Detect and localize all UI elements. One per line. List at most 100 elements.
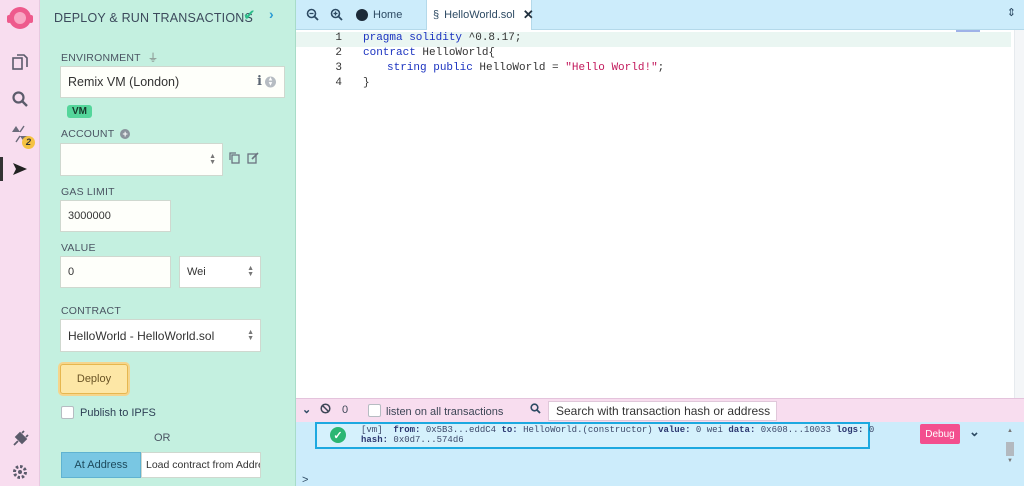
terminal-scrollbar[interactable]: ▲ ▼ xyxy=(1006,428,1014,464)
transaction-search-input[interactable]: Search with transaction hash or address xyxy=(548,401,777,421)
account-select[interactable]: ▲ ▼ xyxy=(60,143,223,176)
copy-icon[interactable] xyxy=(229,152,240,167)
terminal-prompt[interactable]: > xyxy=(302,474,308,486)
edit-icon[interactable] xyxy=(247,152,259,167)
deploy-run-icon[interactable] xyxy=(8,157,32,181)
plus-circle-icon[interactable]: + xyxy=(120,129,131,139)
code-keyword: string xyxy=(387,62,427,74)
tx-hash-line: hash: 0x0d7...574d6 xyxy=(361,435,464,445)
search-icon[interactable] xyxy=(8,87,32,111)
tabs-scroll-icon[interactable]: ⇕ xyxy=(1007,6,1016,19)
contract-select[interactable]: HelloWorld - HelloWorld.sol ▲ ▼ xyxy=(60,319,261,352)
environment-label: ENVIRONMENT ⏚ xyxy=(61,50,158,65)
load-contract-input[interactable]: Load contract from Addres xyxy=(141,452,261,478)
plug-icon: ⏚ xyxy=(147,52,159,64)
gas-limit-value: 3000000 xyxy=(68,210,111,222)
tx-to-value: HelloWorld.(constructor) xyxy=(523,425,653,435)
line-number: 1 xyxy=(335,32,342,44)
info-icon[interactable]: i xyxy=(257,74,262,89)
check-circle-icon: ✓ xyxy=(330,427,346,443)
load-contract-placeholder: Load contract from Addres xyxy=(146,459,261,471)
tx-data-value: 0x608...10033 xyxy=(760,425,831,435)
tx-data-label: data: xyxy=(728,425,756,435)
minimap[interactable] xyxy=(956,30,980,32)
chevron-down-icon[interactable]: ⌄ xyxy=(969,424,980,440)
tx-logs-value: 0 xyxy=(868,425,875,435)
tx-from-value: 0x5B3...eddC4 xyxy=(425,425,497,435)
zoom-out-icon[interactable] xyxy=(306,8,319,24)
debug-button[interactable]: Debug xyxy=(920,424,960,444)
scroll-down-icon[interactable]: ▼ xyxy=(1006,458,1014,464)
publish-ipfs-label: Publish to IPFS xyxy=(80,407,156,419)
tx-value-label: value: xyxy=(658,425,691,435)
chevron-right-icon[interactable]: › xyxy=(269,6,274,22)
value-input[interactable]: 0 xyxy=(60,256,171,288)
code-text: HelloWorld{ xyxy=(415,47,496,59)
code-line-3: string public HelloWorld = "Hello World!… xyxy=(387,62,664,74)
code-keyword: contract xyxy=(363,47,416,59)
tab-home[interactable]: Home xyxy=(356,0,426,30)
value-amount: 0 xyxy=(68,266,75,278)
icon-rail: 2 xyxy=(0,0,40,486)
clear-console-icon[interactable] xyxy=(320,403,331,417)
code-text: } xyxy=(363,77,370,89)
publish-ipfs-checkbox[interactable] xyxy=(61,406,74,419)
at-address-button[interactable]: At Address xyxy=(61,452,141,478)
search-placeholder: Search with transaction hash or address xyxy=(556,404,771,418)
tx-from-label: from: xyxy=(393,425,421,435)
editor-tabs: Home § HelloWorld.sol ✕ ⇕ xyxy=(296,0,1024,30)
code-line-1: pragma solidity ^0.8.17; xyxy=(363,32,521,44)
close-icon[interactable]: ✕ xyxy=(523,7,534,23)
terminal-toolbar: ⌄ 0 listen on all transactions Search wi… xyxy=(296,398,1024,422)
deploy-button[interactable]: Deploy xyxy=(60,364,128,394)
editor-scrollbar[interactable] xyxy=(1014,30,1024,398)
select-arrows-icon: ▲ ▼ xyxy=(265,76,276,88)
compiler-badge: 2 xyxy=(22,136,35,149)
gas-limit-input[interactable]: 3000000 xyxy=(60,200,171,232)
tab-helloworld-sol[interactable]: § HelloWorld.sol ✕ xyxy=(426,0,534,30)
terminal-scroll-thumb[interactable] xyxy=(1006,442,1014,456)
line-number: 4 xyxy=(335,77,342,89)
code-line-4: } xyxy=(363,77,370,89)
tab-home-label: Home xyxy=(373,9,403,21)
tx-hash-value: 0x0d7...574d6 xyxy=(393,435,464,445)
transaction-log-entry[interactable]: ✓ [vm] from: 0x5B3...eddC4 to: HelloWorl… xyxy=(315,422,874,449)
tx-summary-line: [vm] from: 0x5B3...eddC4 to: HelloWorld.… xyxy=(361,425,874,435)
contract-value: HelloWorld - HelloWorld.sol xyxy=(68,328,215,343)
collapse-terminal-icon[interactable]: ⌄ xyxy=(302,403,311,416)
remix-home-icon xyxy=(356,9,368,21)
file-explorer-icon[interactable] xyxy=(8,51,32,75)
account-label: ACCOUNT + xyxy=(61,128,131,140)
check-icon: ✔ xyxy=(243,7,256,24)
search-icon xyxy=(530,403,541,417)
line-number: 2 xyxy=(335,47,342,59)
contract-label: CONTRACT xyxy=(61,305,121,317)
listen-all-checkbox[interactable] xyxy=(368,404,381,417)
listen-all-label: listen on all transactions xyxy=(386,406,504,418)
terminal: ✓ [vm] from: 0x5B3...eddC4 to: HelloWorl… xyxy=(296,422,1024,486)
environment-value: Remix VM (London) xyxy=(68,75,180,89)
remix-logo[interactable] xyxy=(5,4,35,32)
tx-to-label: to: xyxy=(501,425,518,435)
account-label-text: ACCOUNT xyxy=(61,128,115,140)
solidity-file-icon: § xyxy=(433,9,440,21)
code-editor[interactable]: 1 2 3 4 pragma solidity ^0.8.17; contrac… xyxy=(296,30,1014,398)
scroll-up-icon[interactable]: ▲ xyxy=(1006,428,1014,434)
tx-value-value: 0 wei xyxy=(695,425,723,435)
pending-tx-count: 0 xyxy=(342,404,349,416)
deploy-run-panel: DEPLOY & RUN TRANSACTIONS ✔ › ENVIRONMEN… xyxy=(40,0,333,486)
code-text: ; xyxy=(657,62,665,74)
line-number: 3 xyxy=(335,62,342,74)
zoom-in-icon[interactable] xyxy=(330,8,343,24)
environment-label-text: ENVIRONMENT xyxy=(61,52,141,64)
select-arrows-icon: ▲ ▼ xyxy=(247,265,254,278)
value-unit-select[interactable]: Wei ▲ ▼ xyxy=(179,256,261,288)
select-arrows-icon: ▲ ▼ xyxy=(247,328,254,342)
select-arrows-icon: ▲ ▼ xyxy=(209,152,216,166)
value-unit: Wei xyxy=(187,266,206,278)
environment-select[interactable]: Remix VM (London) ▲ ▼ xyxy=(60,66,285,98)
code-keyword: pragma solidity xyxy=(363,32,463,44)
tab-file-label: HelloWorld.sol xyxy=(444,9,515,21)
settings-icon[interactable] xyxy=(8,460,32,484)
plugin-manager-icon[interactable] xyxy=(8,427,32,451)
